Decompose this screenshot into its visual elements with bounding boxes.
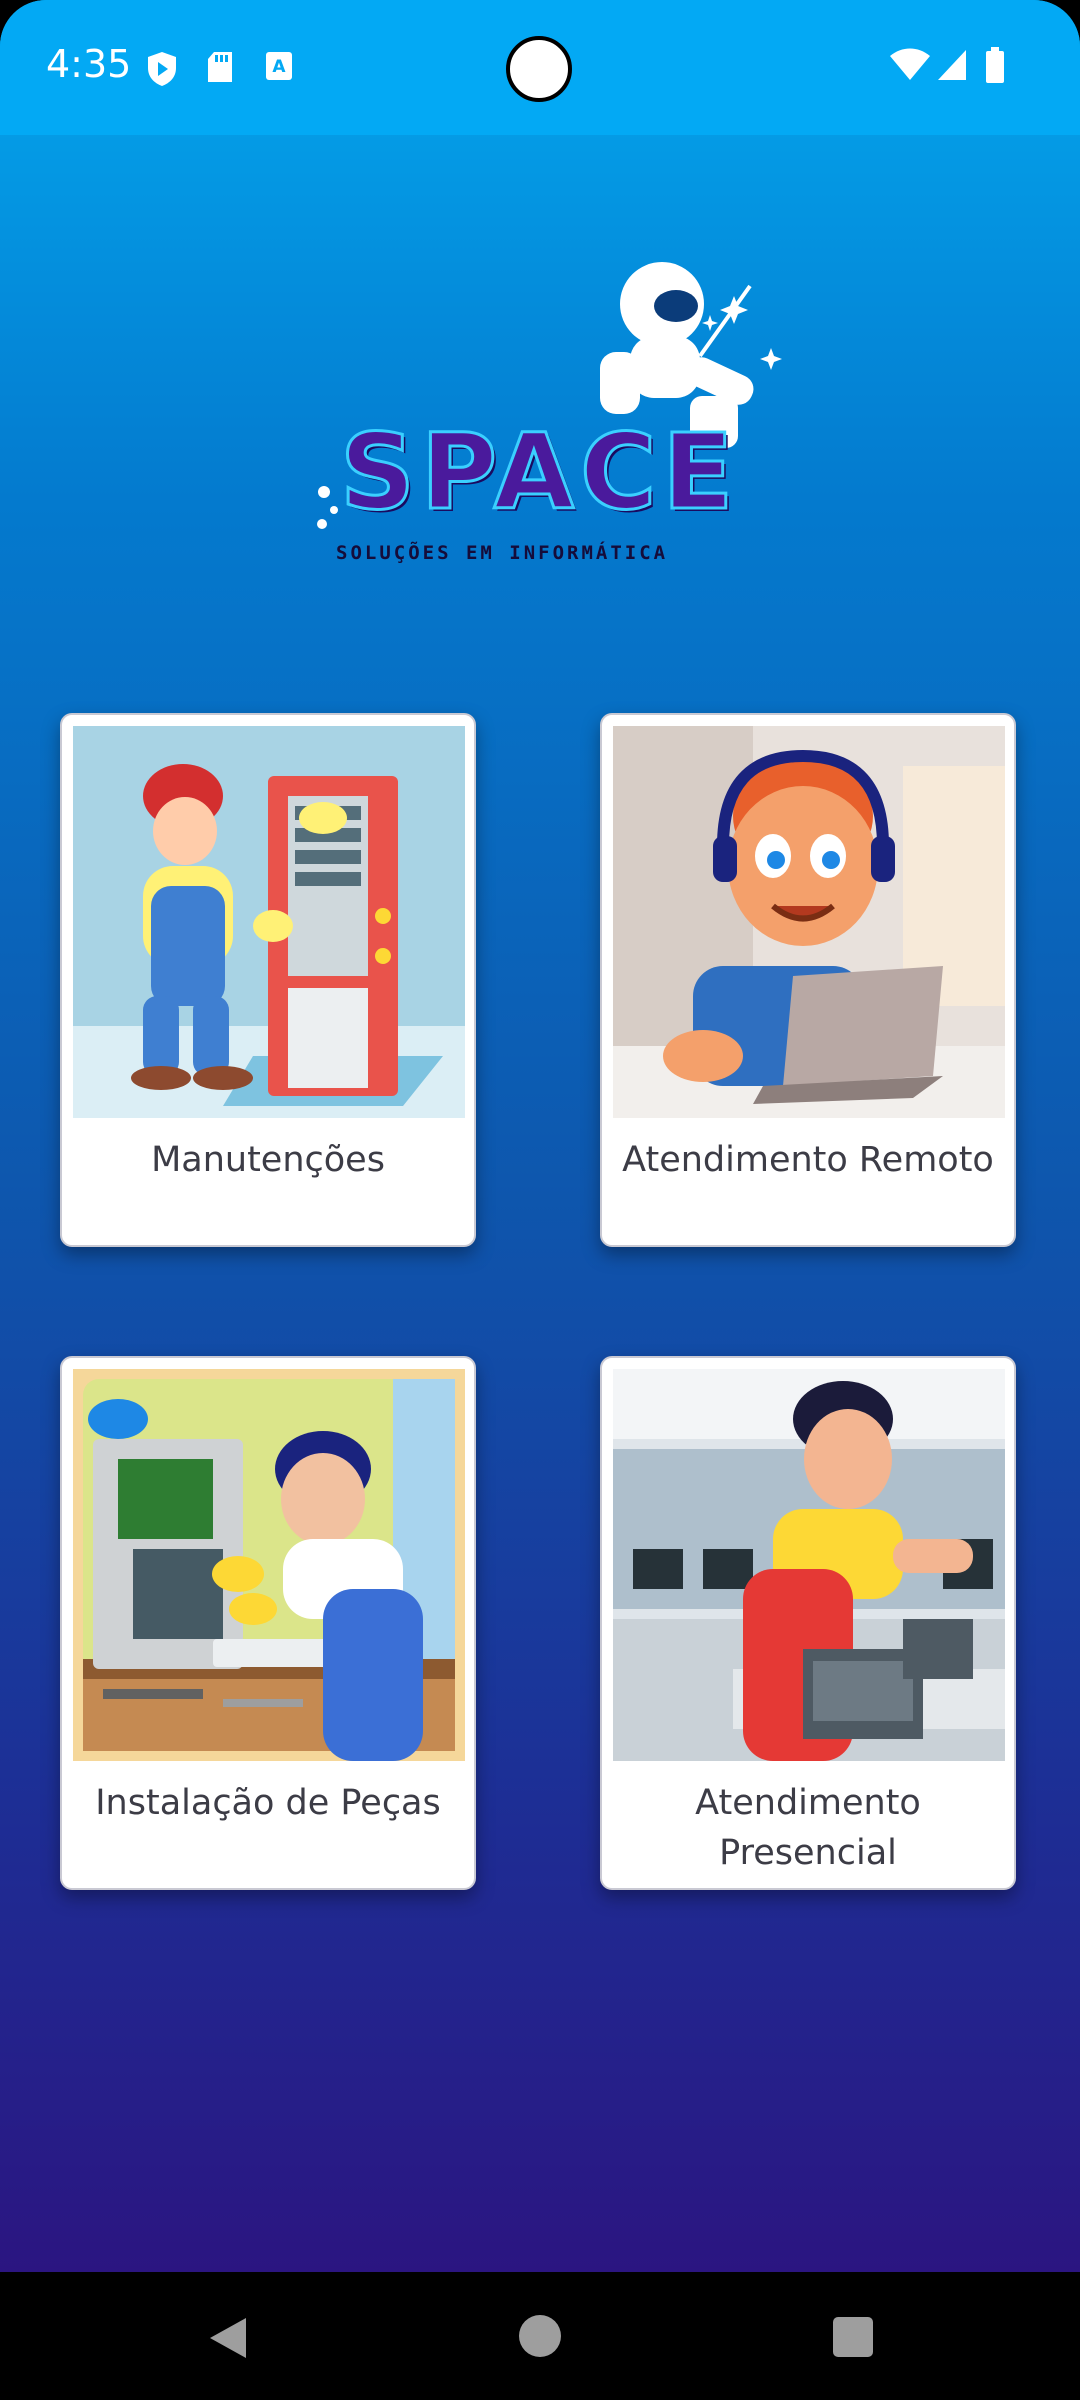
service-card-label: Atendimento Remoto	[622, 1140, 994, 1180]
sparkle-decor-icon	[314, 482, 340, 536]
technician-onsite-office-image	[613, 1369, 1005, 1761]
battery-icon	[984, 46, 1006, 88]
service-card-label: Manutenções	[151, 1140, 385, 1180]
back-icon	[206, 2316, 250, 2364]
status-bar: 4:35 A	[0, 0, 1080, 135]
service-card-atendimento-presencial[interactable]: Atendimento Presencial	[600, 1356, 1016, 1890]
brand-tagline: SOLUÇÕES EM INFORMÁTICA	[336, 542, 669, 564]
service-card-label: Atendimento Presencial	[695, 1783, 921, 1873]
system-nav-bar	[0, 2272, 1080, 2400]
technician-installing-parts-image	[73, 1369, 465, 1761]
wifi-icon	[890, 48, 930, 86]
sd-card-icon	[206, 50, 234, 88]
recents-icon	[832, 2316, 874, 2362]
service-card-atendimento-remoto[interactable]: Atendimento Remoto	[600, 713, 1016, 1247]
recents-button[interactable]	[792, 2272, 912, 2400]
shield-play-icon	[146, 50, 178, 92]
text-a-icon: A	[264, 50, 294, 86]
app-screen: 4:35 A SPACE SOLUÇÕES EM INFORMÁTICA Man…	[0, 0, 1080, 2272]
status-time: 4:35	[46, 42, 132, 86]
svg-text:A: A	[272, 57, 286, 77]
service-card-manutencoes[interactable]: Manutenções	[60, 713, 476, 1247]
cell-signal-icon	[936, 48, 968, 86]
brand-name: SPACE	[338, 411, 740, 533]
back-button[interactable]	[168, 2272, 288, 2400]
technician-repairing-computer-image	[73, 726, 465, 1118]
support-agent-headset-laptop-image	[613, 726, 1005, 1118]
brand-logo: SPACE SOLUÇÕES EM INFORMÁTICA	[300, 250, 820, 580]
service-card-instalacao-de-pecas[interactable]: Instalação de Peças	[60, 1356, 476, 1890]
home-icon	[518, 2314, 562, 2362]
home-button[interactable]	[480, 2272, 600, 2400]
camera-cutout	[506, 36, 572, 102]
service-card-label: Instalação de Peças	[95, 1783, 441, 1823]
